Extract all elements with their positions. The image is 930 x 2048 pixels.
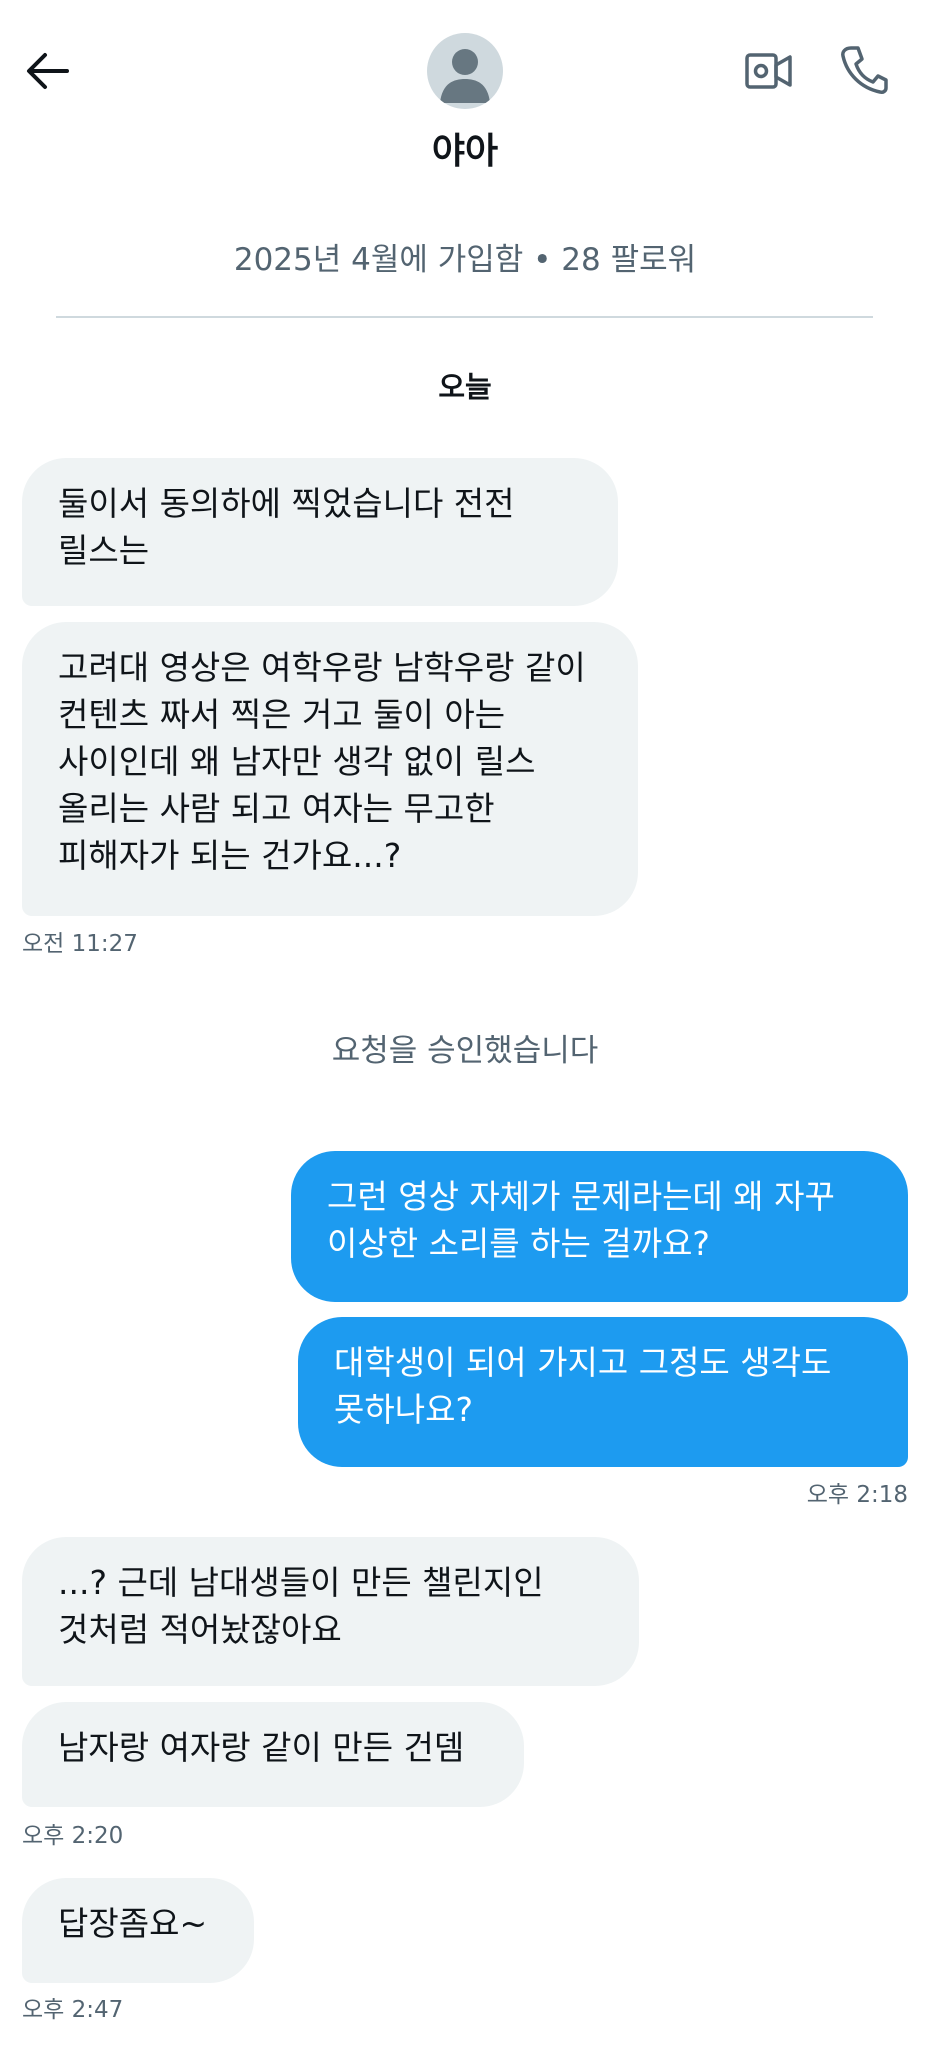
outgoing-message[interactable]: 대학생이 되어 가지고 그정도 생각도 못하나요? [298, 1317, 908, 1467]
avatar[interactable] [427, 33, 503, 109]
phone-icon [841, 46, 888, 94]
outgoing-message[interactable]: 그런 영상 자체가 문제라는데 왜 자꾸 이상한 소리를 하는 걸까요? [291, 1151, 908, 1302]
arrow-left-icon [27, 53, 69, 89]
back-button[interactable] [22, 46, 72, 96]
voice-call-button[interactable] [834, 40, 894, 100]
incoming-message[interactable]: 둘이서 동의하에 찍었습니다 전전 릴스는 [22, 458, 618, 606]
message-timestamp: 오후 2:20 [22, 1823, 124, 1849]
divider [56, 316, 873, 318]
message-timestamp: 오후 2:18 [806, 1482, 908, 1508]
system-message: 요청을 승인했습니다 [331, 1033, 599, 1069]
default-avatar-icon [440, 49, 490, 103]
incoming-message[interactable]: ...? 근데 남대생들이 만든 챌린지인 것처럼 적어놨잖아요 [22, 1537, 639, 1686]
incoming-message[interactable]: 고려대 영상은 여학우랑 남학우랑 같이 컨텐츠 짜서 찍은 거고 둘이 아는 … [22, 622, 638, 916]
incoming-message[interactable]: 답장좀요~ [22, 1878, 254, 1983]
message-timestamp: 오전 11:27 [22, 931, 138, 957]
profile-join-info[interactable]: 2025년 4월에 가입함 • 28 팔로워 [0, 234, 930, 279]
chat-header: 야아 [0, 0, 930, 172]
date-separator: 오늘 [438, 370, 492, 404]
incoming-message[interactable]: 남자랑 여자랑 같이 만든 건뎀 [22, 1702, 524, 1807]
message-timestamp: 오후 2:47 [22, 1997, 124, 2023]
contact-name[interactable]: 야아 [0, 122, 930, 174]
video-call-button[interactable] [740, 44, 798, 98]
video-camera-icon [745, 53, 792, 89]
